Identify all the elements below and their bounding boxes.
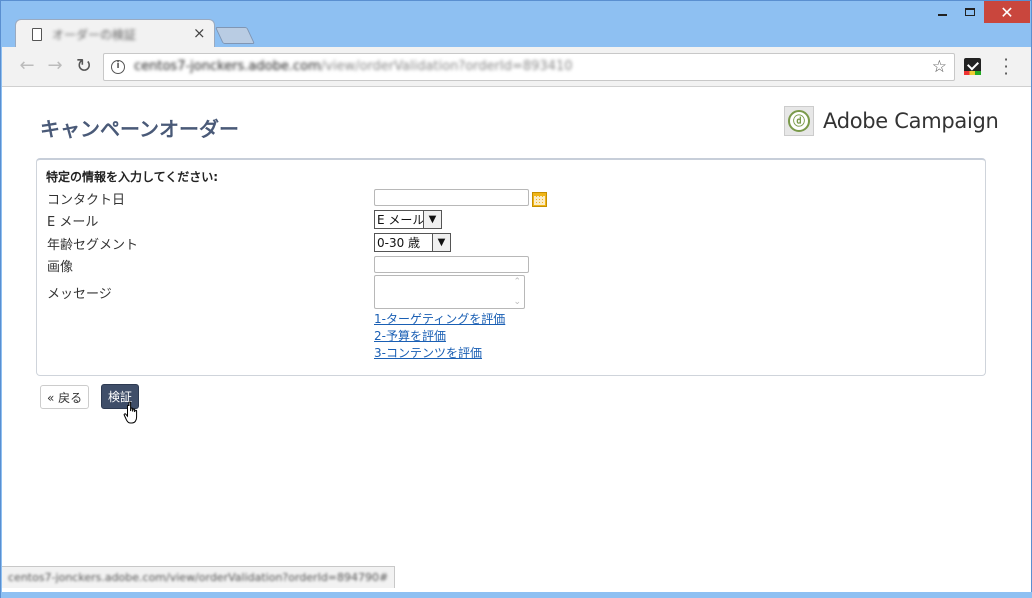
link-evaluate-targeting[interactable]: 1-ターゲティングを評価 <box>374 310 505 327</box>
message-label: メッセージ <box>47 287 112 302</box>
chevron-down-icon: ▼ <box>423 211 441 228</box>
browser-toolbar: ← → ↻ i centos7-jonckers.adobe.com/view/… <box>2 47 1031 87</box>
age-segment-label: 年齢セグメント <box>47 238 139 253</box>
image-label: 画像 <box>47 260 74 275</box>
adobe-campaign-logo-icon: ⓓ <box>784 106 814 136</box>
page-content: キャンペーンオーダー ⓓ Adobe Campaign 特定の情報を入力してくだ… <box>2 87 1031 592</box>
new-tab-button[interactable] <box>215 27 255 44</box>
minimize-button[interactable] <box>928 1 956 23</box>
reload-icon[interactable]: ↻ <box>72 55 96 77</box>
window-bottom-frame <box>1 592 1032 598</box>
message-textarea[interactable]: ⌃ ⌄ <box>374 275 525 309</box>
age-segment-select-value: 0-30 歳 <box>377 236 421 250</box>
bookmark-star-icon[interactable]: ☆ <box>932 57 947 77</box>
maximize-button[interactable] <box>956 1 984 23</box>
menu-icon[interactable]: · · · <box>998 52 1014 82</box>
extension-icon-bar <box>964 71 981 75</box>
tab-title: オーダーの検証 <box>52 28 137 42</box>
brand: ⓓ Adobe Campaign <box>784 106 999 136</box>
chevron-down-icon: ▼ <box>432 234 450 251</box>
link-evaluate-budget[interactable]: 2-予算を評価 <box>374 327 446 344</box>
email-label: E メール <box>47 215 99 230</box>
extension-icon[interactable] <box>964 58 981 75</box>
close-icon: ✕ <box>1000 2 1014 22</box>
scroll-down-icon[interactable]: ⌄ <box>513 297 521 307</box>
calendar-icon[interactable] <box>532 192 547 207</box>
form-heading: 特定の情報を入力してください: <box>46 170 219 184</box>
age-segment-select[interactable]: 0-30 歳 ▼ <box>374 233 451 252</box>
back-arrow-icon[interactable]: ← <box>15 55 39 76</box>
link-evaluate-content[interactable]: 3-コンテンツを評価 <box>374 344 482 361</box>
close-window-button[interactable]: ✕ <box>984 1 1030 23</box>
forward-arrow-icon[interactable]: → <box>43 55 67 76</box>
order-form: 特定の情報を入力してください: コンタクト日 E メール E メール ▼ 年齢セ… <box>36 158 986 376</box>
url-text[interactable]: centos7-jonckers.adobe.com/view/orderVal… <box>134 59 573 74</box>
minimize-icon <box>937 14 947 16</box>
close-tab-icon[interactable]: × <box>193 24 206 42</box>
info-icon[interactable]: i <box>111 60 125 74</box>
browser-window: オーダーの検証 × ✕ ← → ↻ i centos7-jonckers.ado… <box>0 0 1032 598</box>
email-select[interactable]: E メール ▼ <box>374 210 442 229</box>
page-icon <box>32 28 42 41</box>
brand-name: Adobe Campaign <box>823 109 999 133</box>
url-host: centos7-jonckers.adobe.com <box>134 59 321 74</box>
status-bar: centos7-jonckers.adobe.com/view/orderVal… <box>2 566 396 588</box>
image-input[interactable] <box>374 256 529 273</box>
browser-tab[interactable]: オーダーの検証 × <box>15 19 215 48</box>
status-url: centos7-jonckers.adobe.com/view/orderVal… <box>8 571 389 584</box>
page-title: キャンペーンオーダー <box>40 117 239 141</box>
back-button[interactable]: « 戻る <box>40 385 90 409</box>
contact-date-label: コンタクト日 <box>47 193 126 208</box>
url-path: /view/orderValidation?orderId=893410 <box>320 59 573 74</box>
window-controls: ✕ <box>928 1 1030 25</box>
scroll-up-icon[interactable]: ⌃ <box>513 277 521 287</box>
email-select-value: E メール <box>377 213 425 227</box>
address-bar[interactable]: i centos7-jonckers.adobe.com/view/orderV… <box>103 53 955 81</box>
maximize-icon <box>965 8 975 16</box>
title-bar: オーダーの検証 × ✕ <box>1 1 1031 48</box>
contact-date-input[interactable] <box>374 189 529 206</box>
hand-cursor-icon <box>123 401 138 424</box>
